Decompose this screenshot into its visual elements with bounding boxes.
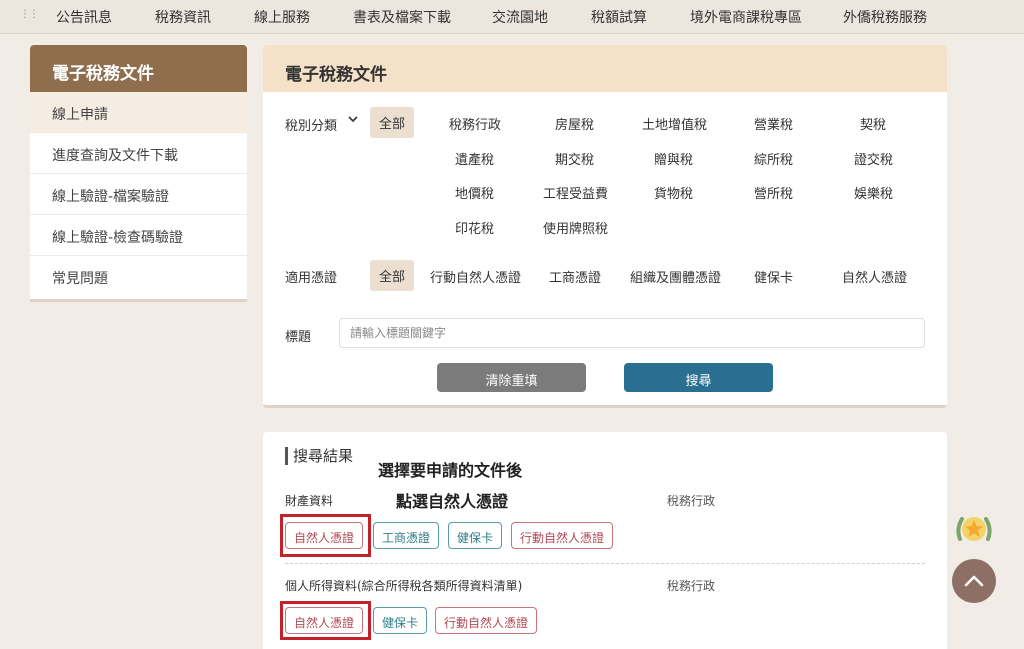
cert-all[interactable]: 全部 xyxy=(370,260,415,291)
tag-citizen-cert[interactable]: 自然人憑證 xyxy=(285,522,364,549)
chevron-down-icon[interactable] xyxy=(347,113,359,128)
grip-icon: ⋮⋮ xyxy=(20,9,39,20)
cert-option[interactable]: 組織及團體憑證 xyxy=(630,267,721,286)
tax-option[interactable]: 娛樂稅 xyxy=(854,183,893,202)
tax-option[interactable]: 期交稅 xyxy=(555,149,594,168)
sidebar-item-progress-query[interactable]: 進度查詢及文件下載 xyxy=(30,133,247,174)
clear-button[interactable]: 清除重填 xyxy=(437,363,586,392)
title-label: 標題 xyxy=(285,330,312,345)
tax-option[interactable]: 房屋稅 xyxy=(555,114,594,133)
tag-mobile-citizen-cert[interactable]: 行動自然人憑證 xyxy=(435,607,538,634)
top-navigation: ⋮⋮ 公告訊息 稅務資訊 線上服務 書表及檔案下載 交流園地 稅額試算 境外電商… xyxy=(0,0,1024,34)
tax-option[interactable]: 土地增值稅 xyxy=(642,114,707,133)
filter-panel: 電子稅務文件 稅別分類 全部 稅務行政 房屋稅 土地增值稅 營業稅 契稅 遺產稅… xyxy=(263,45,947,408)
document-title: 財產資料 xyxy=(285,494,334,508)
nav-item-foreigner-tax[interactable]: 外僑稅務服務 xyxy=(843,7,927,27)
sidebar: 電子稅務文件 線上申請 進度查詢及文件下載 線上驗證-檔案驗證 線上驗證-檢查碼… xyxy=(30,45,247,302)
instruction-line-2: 點選自然人憑證 xyxy=(396,492,509,511)
cert-option[interactable]: 行動自然人憑證 xyxy=(430,267,521,286)
divider xyxy=(285,563,925,564)
sidebar-item-online-apply[interactable]: 線上申請 xyxy=(30,92,247,133)
tax-option[interactable]: 綜所稅 xyxy=(754,149,793,168)
cert-option[interactable]: 自然人憑證 xyxy=(842,267,907,286)
nav-item-announcements[interactable]: 公告訊息 xyxy=(56,7,112,27)
nav-item-community[interactable]: 交流園地 xyxy=(492,7,548,27)
tag-citizen-cert[interactable]: 自然人憑證 xyxy=(285,607,364,634)
nav-item-ecommerce-tax[interactable]: 境外電商課稅專區 xyxy=(690,7,802,27)
tag-health-card[interactable]: 健保卡 xyxy=(448,522,503,549)
nav-item-tax-calculator[interactable]: 稅額試算 xyxy=(591,7,647,27)
tax-option[interactable]: 稅務行政 xyxy=(449,114,501,133)
tax-option[interactable]: 貨物稅 xyxy=(654,183,693,202)
nav-item-online-services[interactable]: 線上服務 xyxy=(254,7,310,27)
tax-option[interactable]: 遺產稅 xyxy=(455,149,494,168)
sidebar-item-code-verify[interactable]: 線上驗證-檢查碼驗證 xyxy=(30,215,247,256)
title-search-input[interactable] xyxy=(339,318,925,348)
instruction-line-1: 選擇要申請的文件後 xyxy=(378,461,523,480)
tag-mobile-citizen-cert[interactable]: 行動自然人憑證 xyxy=(511,522,614,549)
tag-business-cert[interactable]: 工商憑證 xyxy=(373,522,440,549)
star-badge-icon[interactable] xyxy=(952,509,996,553)
cert-option[interactable]: 健保卡 xyxy=(754,267,793,286)
search-button[interactable]: 搜尋 xyxy=(624,363,773,392)
tag-health-card[interactable]: 健保卡 xyxy=(373,607,428,634)
tax-category-label: 稅別分類 xyxy=(285,119,338,134)
tax-option[interactable]: 營所稅 xyxy=(754,183,793,202)
document-category: 稅務行政 xyxy=(667,494,716,508)
tax-option[interactable]: 證交稅 xyxy=(854,149,893,168)
tax-category-all[interactable]: 全部 xyxy=(370,107,415,138)
chevron-up-icon xyxy=(964,575,984,587)
back-to-top-button[interactable] xyxy=(952,559,996,603)
tax-option[interactable]: 印花稅 xyxy=(455,218,494,237)
results-panel: 搜尋結果 財產資料 稅務行政 自然人憑證 工商憑證 健保卡 行動自然人憑證 個人… xyxy=(263,432,947,649)
tax-option[interactable]: 地價稅 xyxy=(455,183,494,202)
tax-option[interactable]: 使用牌照稅 xyxy=(543,218,608,237)
tax-option[interactable]: 工程受益費 xyxy=(543,183,608,202)
cert-option[interactable]: 工商憑證 xyxy=(549,267,601,286)
tax-option[interactable]: 契稅 xyxy=(860,114,886,133)
cert-label: 適用憑證 xyxy=(285,271,338,286)
sidebar-item-file-verify[interactable]: 線上驗證-檔案驗證 xyxy=(30,174,247,215)
tax-option[interactable]: 營業稅 xyxy=(754,114,793,133)
tax-option[interactable]: 贈與稅 xyxy=(654,149,693,168)
nav-item-forms-download[interactable]: 書表及檔案下載 xyxy=(353,7,451,27)
document-title: 個人所得資料(綜合所得稅各類所得資料清單) xyxy=(285,579,523,593)
sidebar-title: 電子稅務文件 xyxy=(30,45,247,92)
document-category: 稅務行政 xyxy=(667,579,716,593)
panel-title: 電子稅務文件 xyxy=(263,45,947,92)
results-title: 搜尋結果 xyxy=(285,447,353,465)
sidebar-item-faq[interactable]: 常見問題 xyxy=(30,256,247,297)
nav-item-tax-info[interactable]: 稅務資訊 xyxy=(155,7,211,27)
